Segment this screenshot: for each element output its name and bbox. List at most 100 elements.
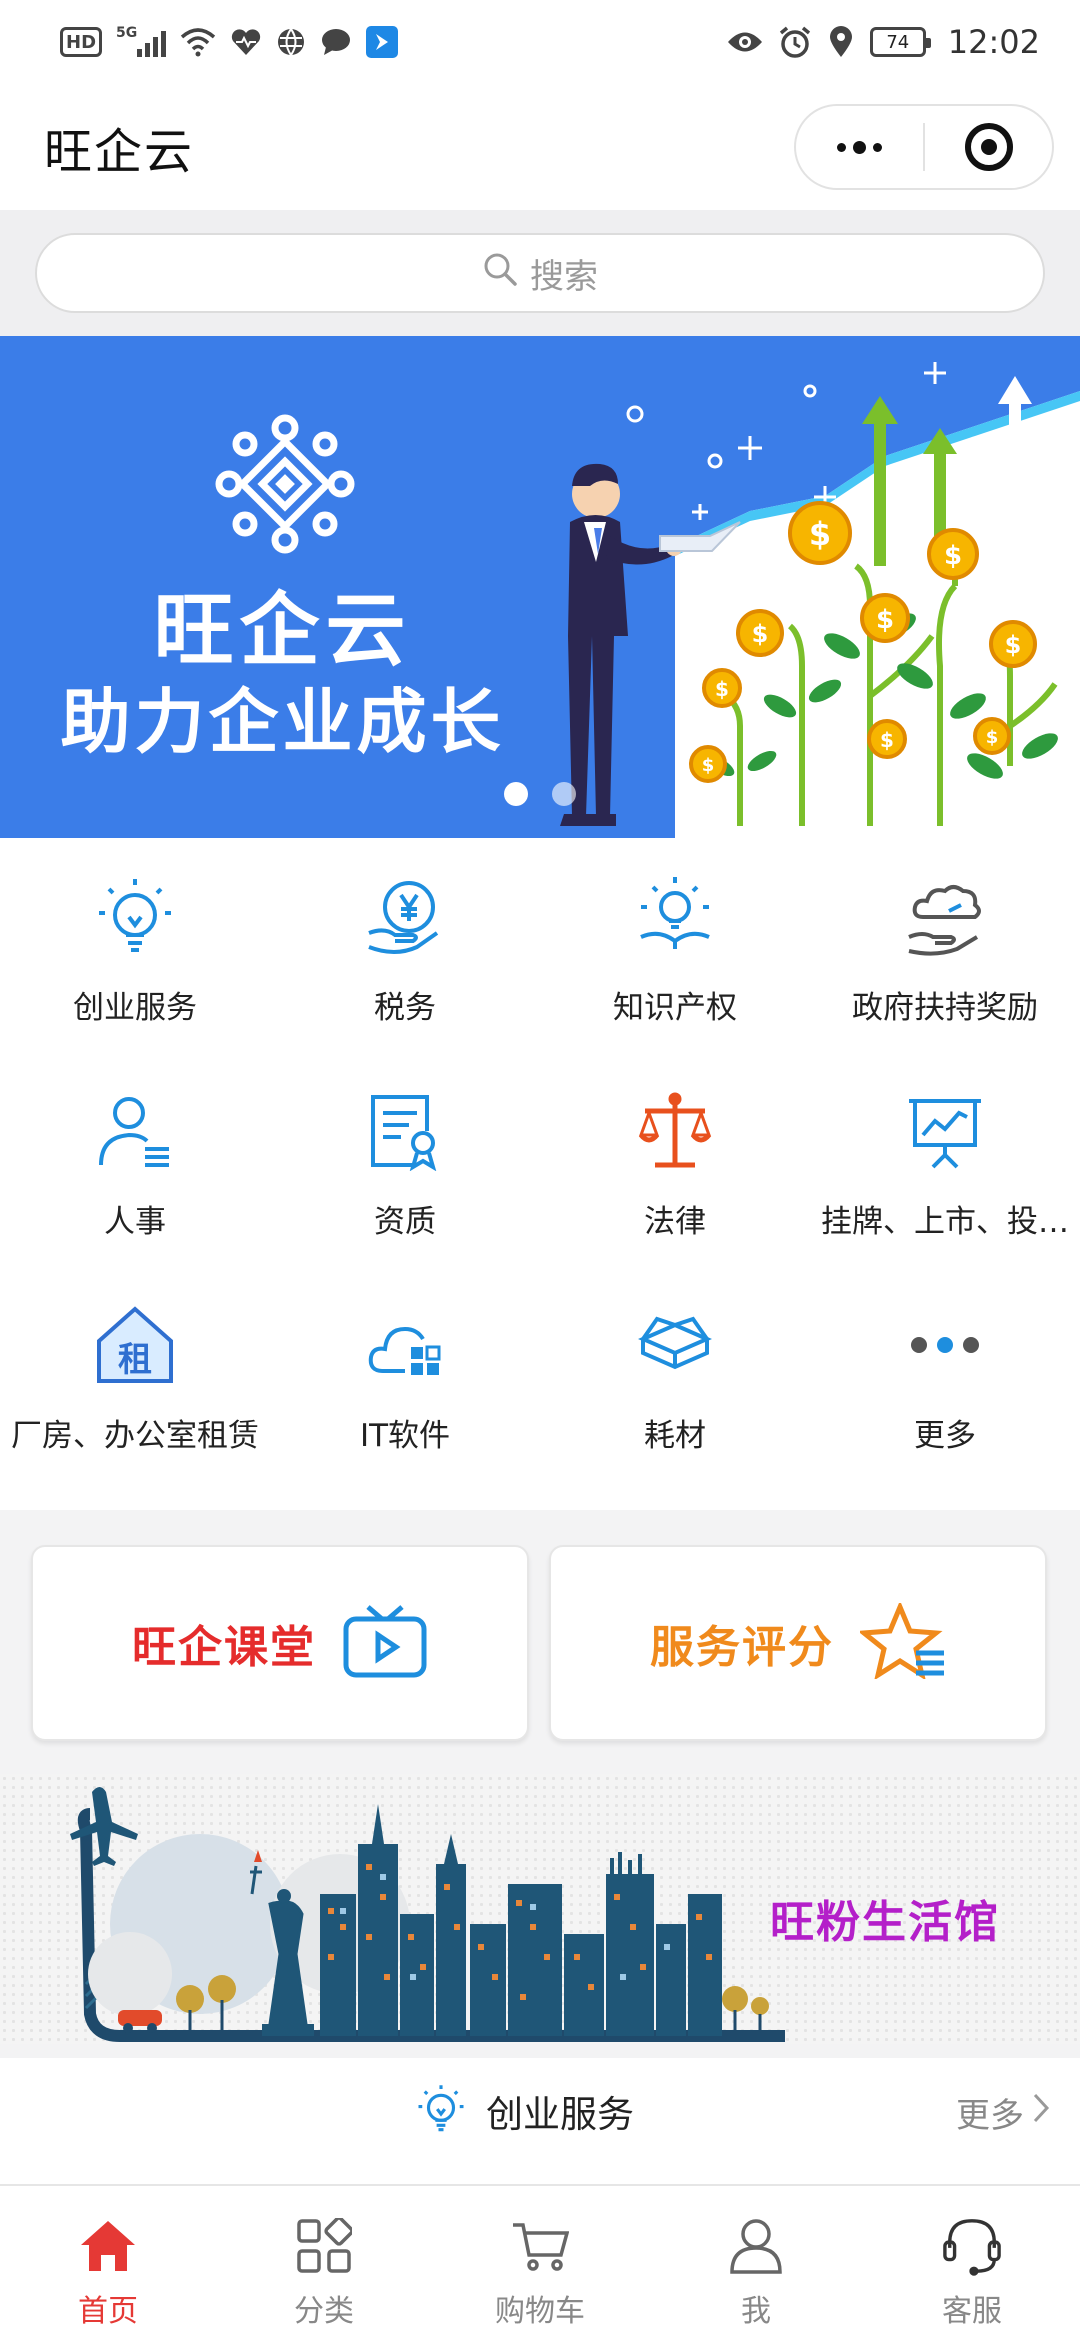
health-icon: [230, 25, 262, 59]
pager-dot[interactable]: [552, 782, 576, 806]
section-title: 创业服务: [486, 2093, 634, 2136]
promo-label: 旺粉生活馆: [770, 1897, 1000, 1948]
clock: 12:02: [947, 23, 1040, 61]
life-store-banner[interactable]: 旺粉生活馆: [0, 1774, 1080, 2044]
search-placeholder: 搜索: [530, 256, 598, 297]
category-label: 人事: [104, 1204, 166, 1240]
tab-customer-service[interactable]: 客服: [864, 2186, 1080, 2340]
chevron-right-icon: [1032, 2092, 1050, 2133]
app-notification-icon: [366, 26, 399, 58]
category-item-ip[interactable]: 知识产权: [540, 854, 810, 1068]
category-item-it-software[interactable]: IT软件: [270, 1282, 540, 1496]
banner-subheadline: 助力企业成长: [60, 681, 505, 763]
yuan-hand-icon: [360, 872, 450, 962]
network-type-label: 5G: [116, 25, 138, 41]
banner-headline: 旺企云: [153, 584, 412, 677]
category-item-rental[interactable]: 租 厂房、办公室租赁: [0, 1282, 270, 1496]
cloud-hand-icon: [900, 872, 990, 962]
tab-home[interactable]: 首页: [0, 2186, 216, 2340]
lightbulb-icon: [90, 872, 180, 962]
hd-icon: HD: [60, 27, 103, 57]
5g-signal-icon: 5G: [116, 25, 167, 59]
status-bar: HD 5G 74 12:02: [0, 0, 1080, 84]
person-list-icon: [90, 1086, 180, 1176]
box-icon: [630, 1300, 720, 1390]
tab-label: 首页: [78, 2294, 138, 2329]
feature-cards-area: 旺企课堂 服务评分: [0, 1510, 1080, 1774]
banner-growth-illustration: $ $ $ $ $ $ $ $ $: [540, 336, 1080, 838]
rent-house-icon: 租: [90, 1300, 180, 1390]
search-icon: [482, 251, 518, 296]
status-left: HD 5G: [60, 25, 399, 59]
svg-text:$: $: [944, 541, 962, 571]
location-icon: [826, 25, 856, 59]
tab-label: 客服: [942, 2294, 1002, 2329]
category-item-hr[interactable]: 人事: [0, 1068, 270, 1282]
search-bar-area: 搜索: [0, 210, 1080, 336]
svg-text:租: 租: [118, 1340, 152, 1380]
headset-icon: [942, 2216, 1002, 2276]
category-label: 税务: [374, 990, 436, 1026]
chat-icon: [320, 25, 352, 59]
category-item-listing[interactable]: 挂牌、上市、投…: [810, 1068, 1080, 1282]
star-list-icon: [857, 1600, 946, 1683]
svg-text:$: $: [1005, 631, 1022, 659]
lightbulb-icon: [416, 2084, 466, 2138]
category-label: 厂房、办公室租赁: [11, 1418, 259, 1454]
search-input[interactable]: 搜索: [35, 233, 1045, 313]
tv-play-icon: [342, 1603, 428, 1683]
category-grid-icon: [294, 2216, 354, 2276]
more-dots-icon: [900, 1300, 990, 1390]
category-label: 耗材: [644, 1418, 706, 1454]
classroom-card[interactable]: 旺企课堂: [31, 1545, 529, 1741]
battery-indicator: 74: [869, 27, 931, 57]
status-right: 74 12:02: [726, 23, 1040, 61]
section-more-link[interactable]: 更多: [956, 2088, 1050, 2137]
tab-label: 购物车: [495, 2294, 585, 2329]
category-item-startup[interactable]: 创业服务: [0, 854, 270, 1068]
cart-icon: [510, 2216, 570, 2276]
scales-icon: [630, 1086, 720, 1176]
home-icon: [78, 2216, 138, 2276]
presentation-chart-icon: [900, 1086, 990, 1176]
category-label: 法律: [644, 1204, 706, 1240]
service-rating-card[interactable]: 服务评分: [549, 1545, 1047, 1741]
category-item-more[interactable]: 更多: [810, 1282, 1080, 1496]
category-item-gov-support[interactable]: 政府扶持奖励: [810, 854, 1080, 1068]
category-label: 政府扶持奖励: [852, 990, 1038, 1026]
section-title-group: 创业服务: [416, 2084, 634, 2138]
promo-banner-carousel[interactable]: 旺企云 助力企业成长 $ $ $ $ $ $ $ $ $: [0, 336, 1080, 838]
category-label: 更多: [914, 1418, 976, 1454]
pager-dot-active[interactable]: [504, 782, 528, 806]
more-menu-button[interactable]: [796, 106, 923, 188]
certificate-icon: [360, 1086, 450, 1176]
tab-label: 我: [741, 2294, 771, 2329]
user-icon: [726, 2216, 786, 2276]
more-dots-icon: [837, 140, 882, 154]
svg-text:$: $: [876, 605, 894, 635]
svg-text:$: $: [715, 677, 729, 701]
tab-cart[interactable]: 购物车: [432, 2186, 648, 2340]
category-item-legal[interactable]: 法律: [540, 1068, 810, 1282]
category-label: 知识产权: [613, 990, 737, 1026]
category-item-qualification[interactable]: 资质: [270, 1068, 540, 1282]
eye-icon: [726, 25, 764, 59]
browser-icon: [276, 25, 306, 59]
category-label: 创业服务: [73, 990, 197, 1026]
card-label: 服务评分: [650, 1622, 834, 1673]
page-title: 旺企云: [44, 124, 195, 180]
category-item-consumables[interactable]: 耗材: [540, 1282, 810, 1496]
svg-text:$: $: [880, 728, 894, 752]
more-label: 更多: [956, 2096, 1024, 2136]
idea-book-icon: [630, 872, 720, 962]
tab-me[interactable]: 我: [648, 2186, 864, 2340]
category-item-tax[interactable]: 税务: [270, 854, 540, 1068]
svg-text:$: $: [752, 620, 769, 648]
category-grid: 创业服务 税务 知识产权 政府扶持奖励 人事 资质 法律 挂牌、上市、投… 租 …: [0, 838, 1080, 1510]
mini-program-capsule: [794, 104, 1054, 190]
city-skyline-illustration: [70, 1787, 785, 2042]
target-close-icon: [964, 123, 1013, 171]
category-label: 挂牌、上市、投…: [821, 1204, 1069, 1240]
tab-category[interactable]: 分类: [216, 2186, 432, 2340]
close-mini-program-button[interactable]: [925, 106, 1052, 188]
